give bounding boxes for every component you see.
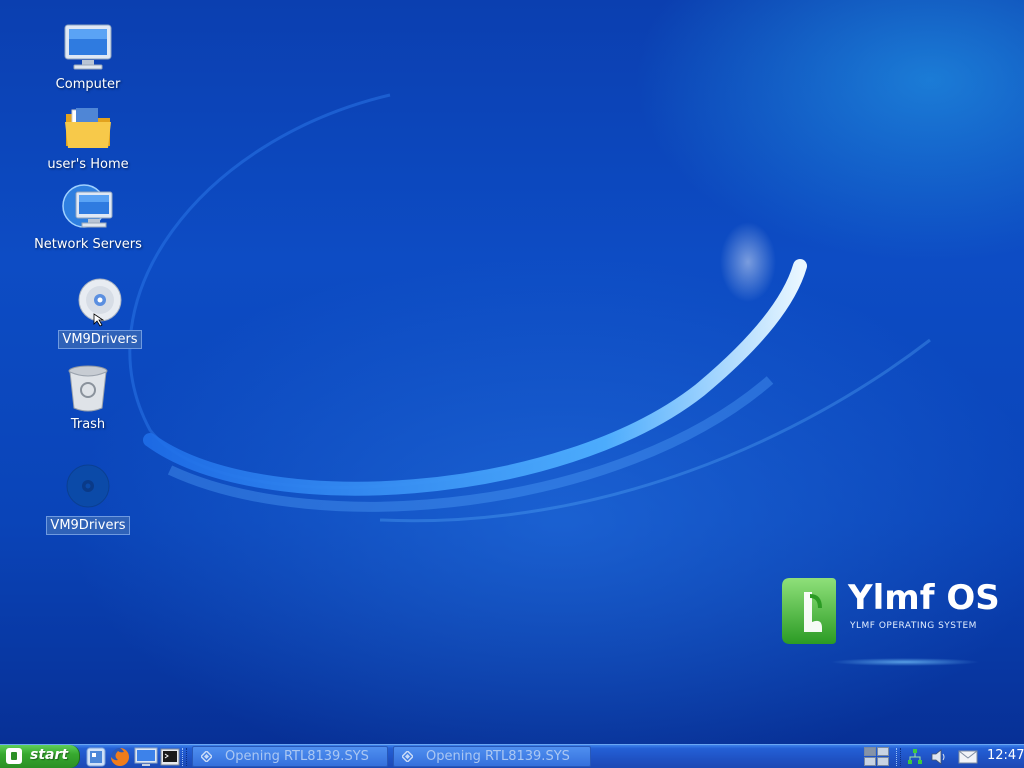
desktop: Computer user's Home Network Servers VM9… xyxy=(0,0,1024,744)
show-desktop-icon[interactable] xyxy=(134,747,158,767)
disc-icon xyxy=(66,464,110,508)
taskbar: start Opening RTL8139.SYS Opening RTL813… xyxy=(0,744,1024,768)
home-folder-icon xyxy=(65,108,111,148)
desktop-icon-label: VM9Drivers xyxy=(58,330,142,349)
desktop-icon-network[interactable]: Network Servers xyxy=(28,182,148,253)
workspace-pager[interactable] xyxy=(864,747,890,767)
firefox-icon[interactable] xyxy=(110,747,130,767)
workspace-4[interactable] xyxy=(877,757,889,766)
diamond-icon xyxy=(201,751,212,762)
task-button[interactable]: Opening RTL8139.SYS xyxy=(192,746,388,767)
desktop-icon-label: Trash xyxy=(70,417,106,432)
ylmf-logo-icon xyxy=(782,578,836,644)
clock[interactable]: 12:47 xyxy=(987,748,1024,763)
taskbar-divider xyxy=(182,748,187,766)
terminal-icon[interactable] xyxy=(160,747,180,767)
brand-name: Ylmf OS xyxy=(848,578,1000,618)
desktop-icon-computer[interactable]: Computer xyxy=(28,22,148,93)
desktop-icon-label: user's Home xyxy=(47,157,129,172)
desktop-icon-disc[interactable]: VM9Drivers xyxy=(28,462,148,535)
trash-icon xyxy=(68,365,108,412)
network-tray-icon[interactable] xyxy=(906,748,924,766)
start-icon xyxy=(6,748,22,764)
volume-icon[interactable] xyxy=(930,748,948,766)
brand-subtitle: YLMF OPERATING SYSTEM xyxy=(850,621,977,631)
desktop-icon-label: Network Servers xyxy=(34,237,142,252)
brand-logo: Ylmf OS YLMF OPERATING SYSTEM xyxy=(780,576,1000,672)
workspace-3[interactable] xyxy=(864,757,876,766)
desktop-icon-trash[interactable]: Trash xyxy=(28,362,148,433)
task-button[interactable]: Opening RTL8139.SYS xyxy=(393,746,591,767)
taskbar-divider xyxy=(896,748,901,766)
diamond-icon xyxy=(402,751,413,762)
cd-drive-icon xyxy=(78,278,122,327)
brand-glow xyxy=(830,658,980,666)
task-label: Opening RTL8139.SYS xyxy=(426,749,570,764)
task-label: Opening RTL8139.SYS xyxy=(225,749,369,764)
start-button[interactable]: start xyxy=(0,745,80,768)
desktop-icon-home[interactable]: user's Home xyxy=(28,102,148,173)
desktop-icon-label: VM9Drivers xyxy=(46,516,130,535)
network-icon xyxy=(62,184,113,228)
workspace-1[interactable] xyxy=(864,747,876,756)
computer-icon xyxy=(64,24,112,70)
workspace-2[interactable] xyxy=(877,747,889,756)
desktop-icon-cd-drive[interactable]: VM9Drivers xyxy=(40,276,160,349)
finder-icon[interactable] xyxy=(86,747,106,767)
desktop-icon-label: Computer xyxy=(55,77,121,92)
mail-icon[interactable] xyxy=(958,748,978,766)
start-label: start xyxy=(30,747,69,763)
